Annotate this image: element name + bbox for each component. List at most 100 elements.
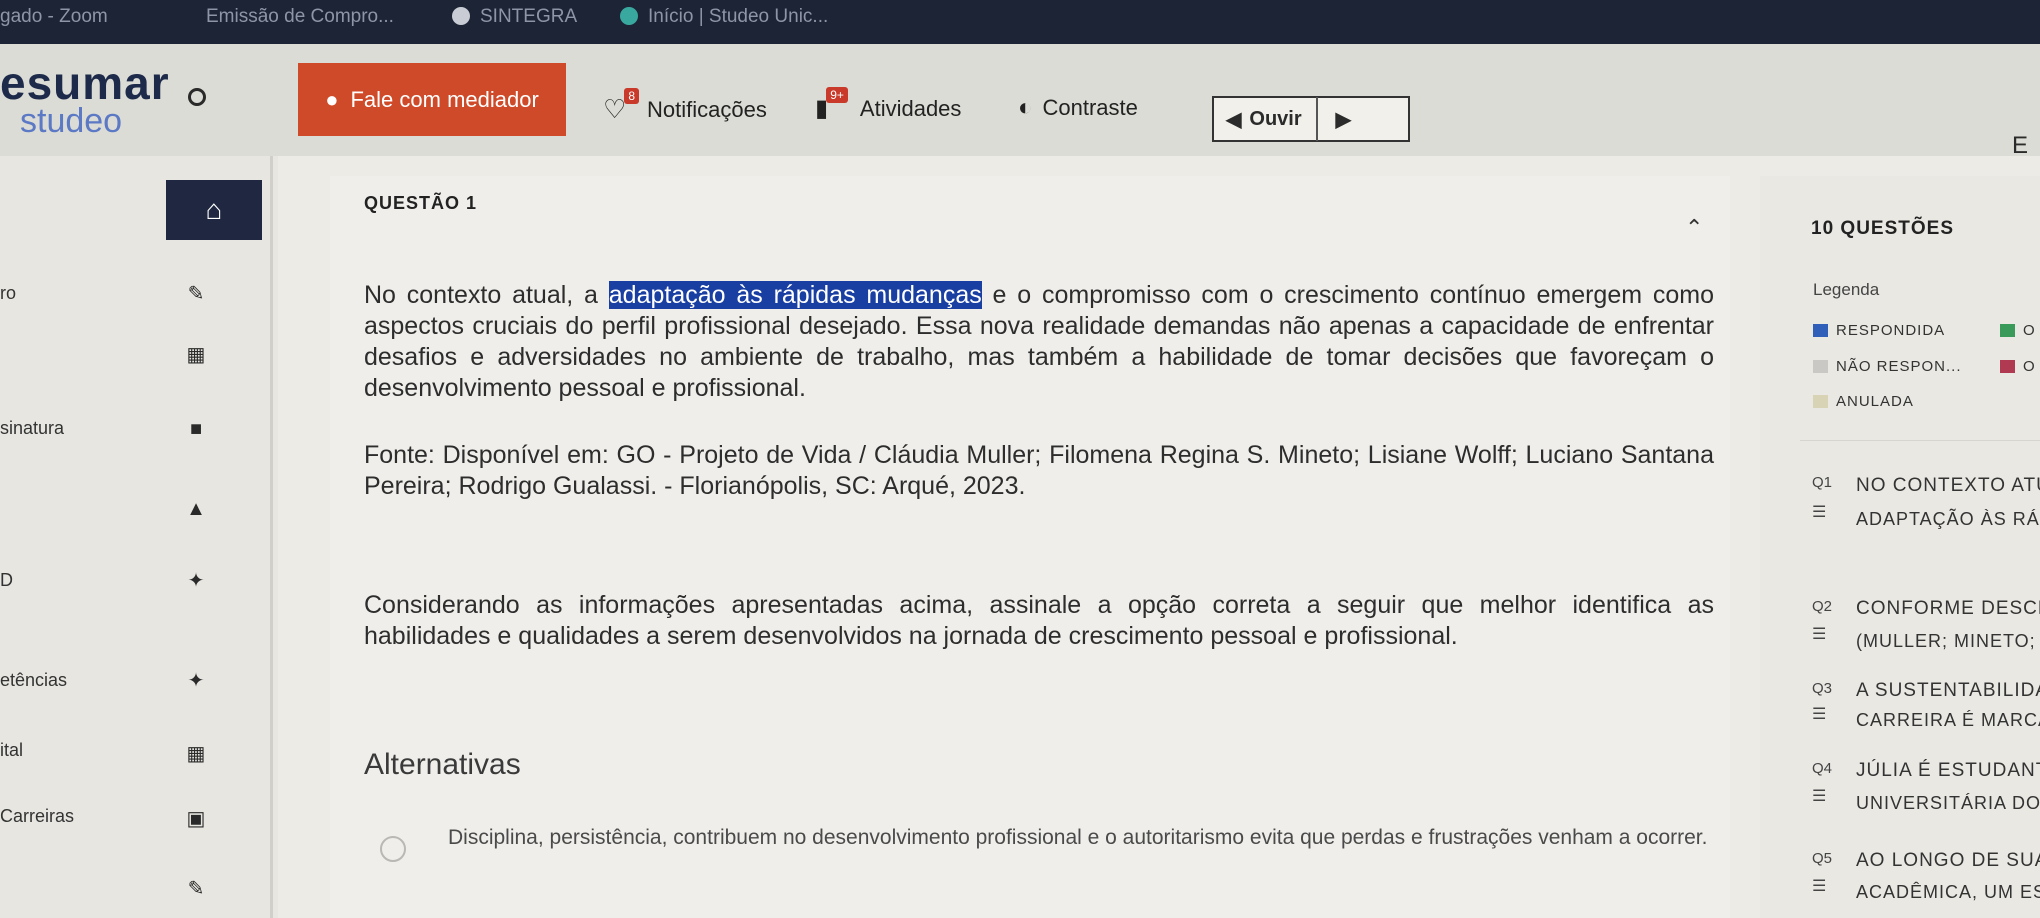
bell-icon: ♡ bbox=[603, 94, 627, 124]
activities-badge: 9+ bbox=[826, 86, 848, 103]
activities-label: Atividades bbox=[859, 95, 962, 121]
list-icon: ☰ bbox=[1812, 878, 1827, 895]
home-button[interactable]: ⌂ bbox=[166, 180, 262, 240]
browser-tab-strip: gado - Zoom Emissão de Compro... SINTEGR… bbox=[0, 0, 2040, 44]
question-prompt: Considerando as informações apresentadas… bbox=[364, 591, 1714, 650]
question-preview-line[interactable]: AO LONGO DE SUA TR bbox=[1856, 850, 2040, 872]
legend-item: O bbox=[2000, 358, 2036, 375]
legend-swatch bbox=[2000, 324, 2015, 337]
legend-title: Legenda bbox=[1813, 280, 1880, 299]
question-number[interactable]: Q1 bbox=[1812, 474, 1832, 491]
talk-to-mediator-button[interactable]: ● Fale com mediador bbox=[298, 63, 566, 136]
legend-label: ANULADA bbox=[1836, 393, 1914, 410]
question-number[interactable]: Q5 bbox=[1812, 850, 1832, 867]
sidebar-item-label[interactable]: etências bbox=[0, 670, 67, 691]
activities-button[interactable]: ▮ 9+ Atividades bbox=[815, 86, 962, 123]
listen-button[interactable]: ◀ Ouvir ▶ bbox=[1212, 96, 1410, 142]
question-statement: No contexto atual, a adaptação às rápida… bbox=[364, 280, 1714, 404]
question-preview-line[interactable]: A SUSTENTABILIDADE bbox=[1856, 680, 2040, 702]
settings-icon[interactable] bbox=[188, 88, 206, 106]
listen-label: Ouvir bbox=[1249, 107, 1302, 130]
header-edge-letter: E bbox=[2012, 132, 2029, 159]
play-icon[interactable]: ▶ bbox=[1336, 107, 1351, 132]
sidebar-divider bbox=[270, 156, 273, 918]
brand-name: esumar bbox=[0, 57, 170, 109]
statement-text: No contexto atual, a bbox=[364, 281, 609, 309]
collapse-chevron-icon[interactable]: ⌃ bbox=[1685, 215, 1703, 241]
list-icon: ☰ bbox=[1812, 706, 1827, 723]
contrast-label: Contraste bbox=[1042, 95, 1138, 120]
alternatives-heading: Alternativas bbox=[364, 748, 521, 781]
legend-swatch bbox=[1813, 395, 1828, 408]
puzzle-icon[interactable]: ✦ bbox=[186, 671, 206, 691]
tab-label: gado - Zoom bbox=[0, 6, 108, 27]
legend-swatch bbox=[1813, 324, 1828, 337]
sidebar-item-label[interactable]: Carreiras bbox=[0, 806, 74, 827]
briefcase-icon[interactable]: ▣ bbox=[186, 809, 206, 829]
alternative-text[interactable]: Disciplina, persistência, contribuem no … bbox=[448, 823, 1708, 853]
contrast-icon: ◐ bbox=[1018, 94, 1033, 121]
tab-label: SINTEGRA bbox=[480, 6, 578, 27]
legend-label: NÃO RESPON... bbox=[1836, 358, 1962, 375]
sidebar bbox=[0, 156, 278, 918]
site-favicon-icon bbox=[620, 7, 638, 25]
legend-item: NÃO RESPON... bbox=[1813, 358, 1962, 375]
globe-icon bbox=[452, 7, 470, 25]
legend-label: RESPONDIDA bbox=[1836, 322, 1946, 339]
chat-icon: ● bbox=[325, 86, 339, 112]
legend-item: RESPONDIDA bbox=[1813, 322, 1945, 339]
calendar-icon[interactable]: ▦ bbox=[186, 744, 206, 764]
puzzle-icon[interactable]: ✦ bbox=[186, 571, 206, 591]
legend-item: ANULADA bbox=[1813, 393, 1914, 410]
list-icon: ☰ bbox=[1812, 504, 1827, 521]
home-icon: ⌂ bbox=[205, 194, 223, 225]
legend-item: O bbox=[2000, 322, 2036, 339]
question-count: 10 QUESTÕES bbox=[1811, 218, 1954, 239]
browser-tab[interactable]: gado - Zoom bbox=[0, 6, 108, 30]
sidebar-item-label[interactable]: ital bbox=[0, 740, 23, 761]
calendar-icon[interactable]: ▦ bbox=[186, 345, 206, 365]
pencil-icon[interactable]: ✎ bbox=[186, 284, 206, 304]
pencil-icon[interactable]: ✎ bbox=[186, 879, 206, 899]
question-preview-line[interactable]: NO CONTEXTO ATUA bbox=[1856, 475, 2040, 497]
question-number[interactable]: Q4 bbox=[1812, 760, 1832, 777]
sidebar-item-label[interactable]: ro bbox=[0, 283, 16, 304]
legend-label: O bbox=[2023, 322, 2036, 339]
question-number[interactable]: Q2 bbox=[1812, 598, 1832, 615]
contrast-button[interactable]: ◐ Contraste bbox=[1018, 94, 1138, 122]
tab-label: Início | Studeo Unic... bbox=[648, 6, 829, 27]
question-preview-line[interactable]: ADAPTAÇÃO ÀS RÁPI bbox=[1856, 509, 2040, 530]
alternative-radio[interactable] bbox=[380, 836, 406, 862]
panel-divider bbox=[1800, 440, 2040, 441]
brand-subname: studeo bbox=[20, 102, 123, 140]
sidebar-item-label[interactable]: D bbox=[0, 570, 13, 591]
mediator-label: Fale com mediador bbox=[350, 86, 539, 112]
highlighted-text: adaptação às rápidas mudanças bbox=[608, 281, 982, 309]
question-source: Fonte: Disponível em: GO - Projeto de Vi… bbox=[364, 441, 1714, 500]
question-preview-line[interactable]: CONFORME DESCRIT bbox=[1856, 598, 2040, 620]
legend-label: O bbox=[2023, 358, 2036, 375]
speaker-icon: ◀ bbox=[1226, 108, 1242, 131]
browser-tab[interactable]: Início | Studeo Unic... bbox=[620, 6, 828, 30]
legend-swatch bbox=[2000, 360, 2015, 373]
brand-logo[interactable]: esumar studeo bbox=[0, 57, 170, 138]
notifications-label: Notificações bbox=[647, 96, 767, 122]
question-number[interactable]: Q3 bbox=[1812, 680, 1832, 697]
question-preview-line[interactable]: CARREIRA É MARCAD bbox=[1856, 710, 2040, 731]
legend-swatch bbox=[1813, 360, 1828, 373]
listen-divider bbox=[1315, 97, 1318, 141]
graduation-cap-icon[interactable]: ▲ bbox=[186, 499, 206, 519]
question-preview-line[interactable]: ACADÊMICA, UM ESTU bbox=[1856, 882, 2040, 903]
question-heading: QUESTÃO 1 bbox=[364, 193, 478, 213]
sidebar-item-label[interactable]: sinatura bbox=[0, 418, 64, 439]
book-icon[interactable]: ■ bbox=[186, 419, 206, 439]
notifications-button[interactable]: ♡ 8 Notificações bbox=[603, 87, 767, 125]
browser-tab[interactable]: Emissão de Compro... bbox=[206, 6, 394, 30]
notifications-badge: 8 bbox=[624, 87, 639, 104]
question-preview-line[interactable]: (MULLER; MINETO; W bbox=[1856, 631, 2040, 652]
question-preview-line[interactable]: JÚLIA É ESTUDANTE bbox=[1856, 760, 2040, 782]
browser-tab[interactable]: SINTEGRA bbox=[452, 6, 577, 30]
question-preview-line[interactable]: UNIVERSITÁRIA DO PR bbox=[1856, 793, 2040, 814]
list-icon: ☰ bbox=[1812, 626, 1827, 643]
tab-label: Emissão de Compro... bbox=[206, 6, 394, 27]
